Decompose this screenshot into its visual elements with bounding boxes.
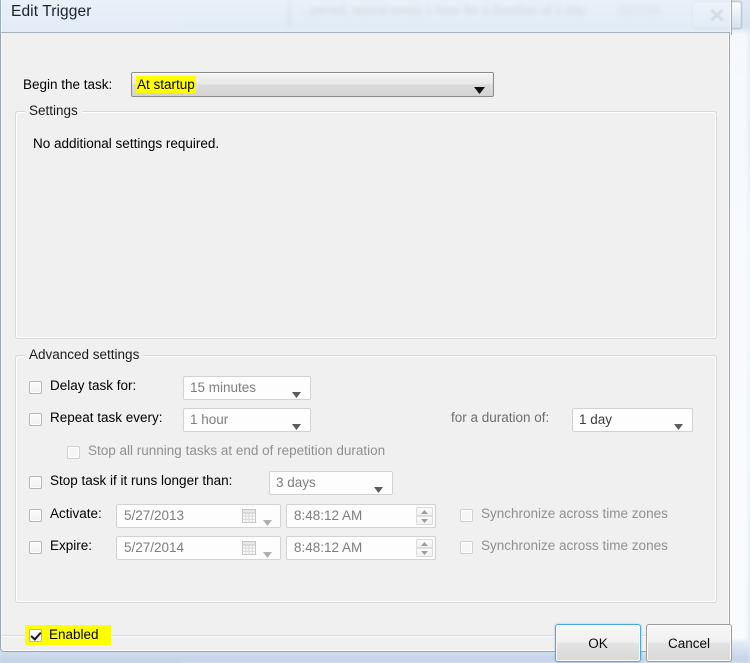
edit-trigger-dialog: Edit Trigger Begin the task: At startup … bbox=[0, 0, 732, 662]
repeat-duration-value: 1 day bbox=[579, 412, 613, 427]
activate-time-value: 8:48:12 AM bbox=[294, 508, 363, 523]
dialog-body: Begin the task: At startup Settings No a… bbox=[0, 32, 732, 662]
spinner-down-icon[interactable] bbox=[416, 548, 433, 557]
calendar-icon bbox=[242, 541, 256, 558]
delay-task-value: 15 minutes bbox=[190, 380, 257, 395]
calendar-icon bbox=[242, 509, 256, 526]
delay-task-combobox[interactable]: 15 minutes bbox=[183, 376, 311, 400]
repeat-task-label: Repeat task every: bbox=[50, 410, 163, 425]
begin-task-combobox[interactable]: At startup bbox=[131, 72, 494, 97]
ok-button[interactable]: OK bbox=[555, 624, 641, 662]
expire-date-field[interactable]: 5/27/2014 bbox=[116, 536, 281, 560]
expire-date-value: 5/27/2014 bbox=[124, 540, 185, 555]
activate-time-spinner[interactable] bbox=[416, 507, 433, 525]
stop-task-longer-label: Stop task if it runs longer than: bbox=[50, 473, 233, 488]
chevron-down-icon bbox=[474, 82, 485, 97]
chevron-down-icon bbox=[292, 418, 301, 433]
chevron-down-icon bbox=[674, 418, 683, 433]
expire-sync-timezones-checkbox[interactable] bbox=[460, 541, 473, 554]
chevron-down-icon bbox=[292, 386, 301, 401]
spinner-up-icon[interactable] bbox=[416, 539, 433, 548]
chevron-down-icon bbox=[374, 481, 383, 496]
repeat-task-checkbox[interactable] bbox=[29, 413, 42, 426]
expire-sync-timezones-label: Synchronize across time zones bbox=[481, 538, 668, 553]
spinner-up-icon[interactable] bbox=[416, 507, 433, 516]
advanced-settings-group-title: Advanced settings bbox=[25, 347, 144, 362]
expire-checkbox[interactable] bbox=[29, 541, 42, 554]
repeat-duration-combobox[interactable]: 1 day bbox=[572, 408, 693, 432]
stop-all-running-tasks-label: Stop all running tasks at end of repetit… bbox=[88, 443, 386, 458]
activate-sync-timezones-label: Synchronize across time zones bbox=[481, 506, 668, 521]
activate-label: Activate: bbox=[50, 506, 102, 521]
chevron-down-icon[interactable] bbox=[263, 546, 272, 561]
expire-time-spinner[interactable] bbox=[416, 539, 433, 557]
settings-group-title: Settings bbox=[25, 103, 82, 118]
activate-date-value: 5/27/2013 bbox=[124, 508, 185, 523]
stop-all-running-tasks-checkbox[interactable] bbox=[67, 446, 80, 459]
spinner-down-icon[interactable] bbox=[416, 516, 433, 525]
repeat-duration-label: for a duration of: bbox=[451, 410, 550, 425]
begin-task-label: Begin the task: bbox=[23, 77, 113, 92]
enabled-label: Enabled bbox=[49, 627, 99, 642]
stop-task-longer-checkbox[interactable] bbox=[29, 476, 42, 489]
activate-time-field[interactable]: 8:48:12 AM bbox=[286, 504, 436, 528]
delay-task-checkbox[interactable] bbox=[29, 381, 42, 394]
expire-time-value: 8:48:12 AM bbox=[294, 540, 363, 555]
begin-task-value: At startup bbox=[136, 76, 196, 93]
dialog-titlebar[interactable] bbox=[0, 0, 732, 35]
cancel-button[interactable]: Cancel bbox=[646, 624, 732, 662]
activate-checkbox[interactable] bbox=[29, 509, 42, 522]
dialog-title: Edit Trigger bbox=[11, 3, 92, 20]
expire-time-field[interactable]: 8:48:12 AM bbox=[286, 536, 436, 560]
activate-date-field[interactable]: 5/27/2013 bbox=[116, 504, 281, 528]
enabled-checkbox[interactable] bbox=[29, 629, 42, 642]
repeat-task-combobox[interactable]: 1 hour bbox=[183, 408, 311, 432]
activate-sync-timezones-checkbox[interactable] bbox=[460, 509, 473, 522]
stop-task-longer-value: 3 days bbox=[276, 475, 316, 490]
stop-task-longer-combobox[interactable]: 3 days bbox=[269, 471, 393, 495]
expire-label: Expire: bbox=[50, 538, 93, 553]
settings-message: No additional settings required. bbox=[33, 136, 220, 151]
repeat-task-value: 1 hour bbox=[190, 412, 229, 427]
chevron-down-icon[interactable] bbox=[263, 514, 272, 529]
delay-task-label: Delay task for: bbox=[50, 378, 137, 393]
